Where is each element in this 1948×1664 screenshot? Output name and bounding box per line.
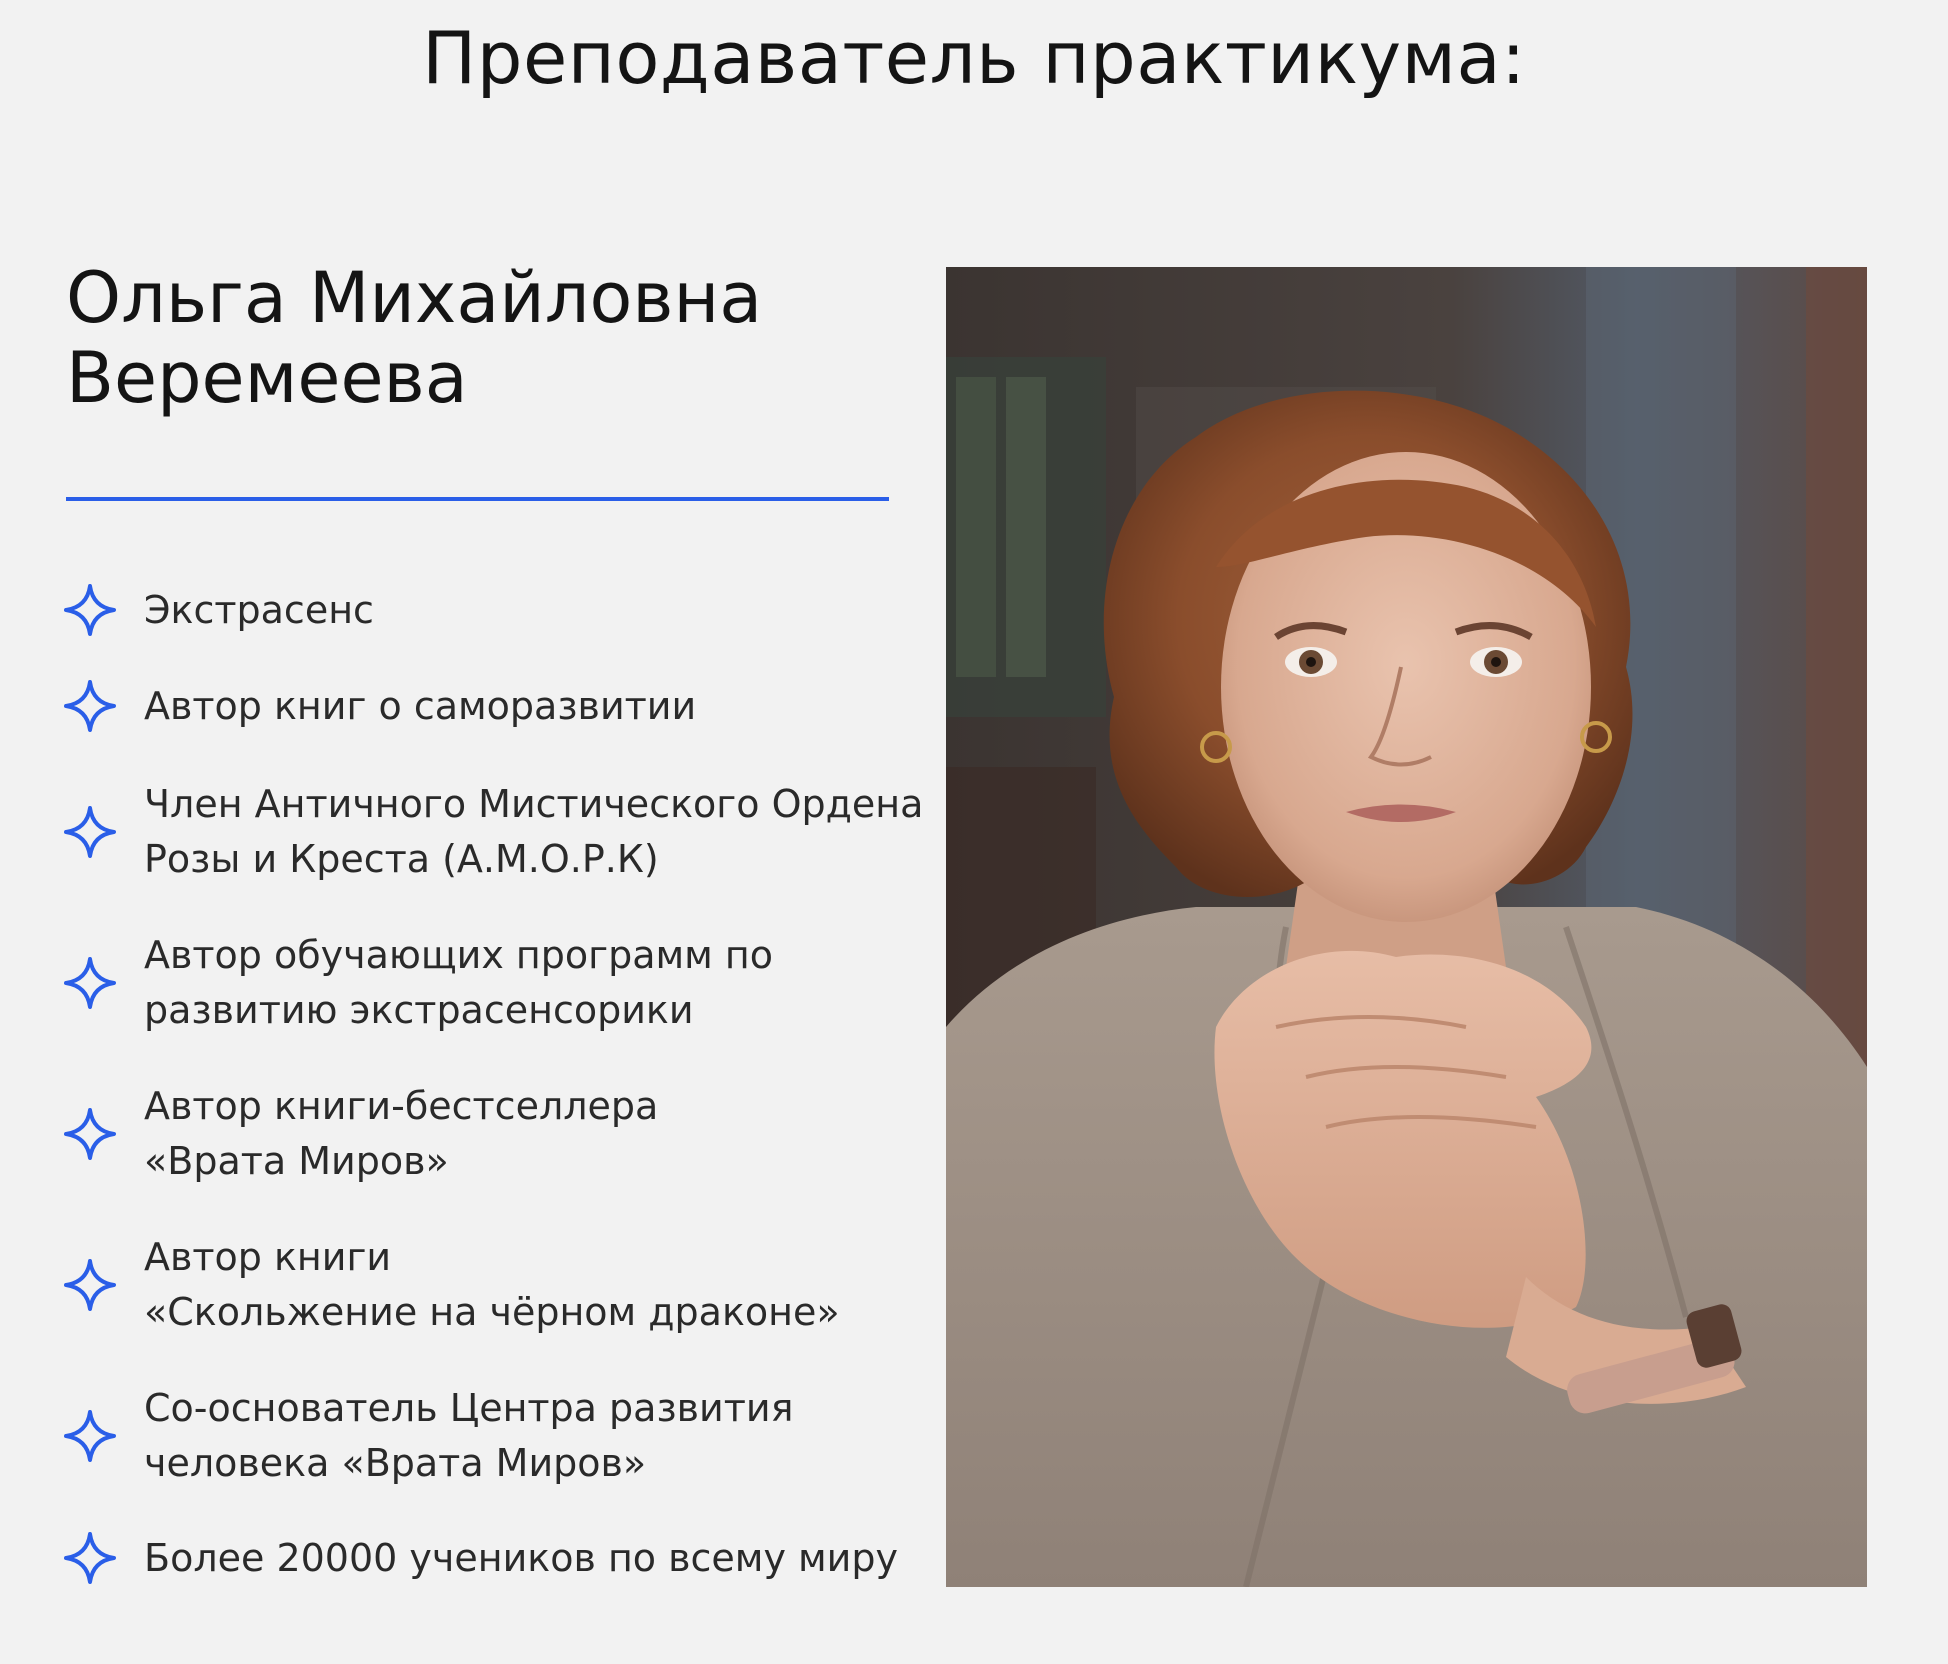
credential-item: Автор книг о саморазвитии [62, 678, 922, 734]
credential-line: Автор книги [144, 1235, 392, 1279]
credential-item: Автор книги-бестселлера «Врата Миров» [62, 1079, 922, 1189]
sparkle-star-icon [62, 582, 118, 638]
teacher-name-last-line: Веремеева [66, 337, 468, 419]
credential-line: развитию экстрасенсорики [144, 988, 694, 1032]
page-title: Преподаватель практикума: [422, 16, 1526, 100]
credential-item: Автор книги «Скольжение на чёрном дракон… [62, 1230, 922, 1340]
credential-line: Розы и Креста (А.М.О.Р.К) [144, 837, 659, 881]
portrait-photo-icon [946, 267, 1867, 1587]
teacher-name-first-line: Ольга Михайловна [66, 257, 763, 339]
credential-item: Более 20000 учеников по всему миру [62, 1530, 922, 1586]
credential-text: Автор книг о саморазвитии [144, 679, 696, 734]
name-divider [66, 497, 889, 501]
credential-line: Экстрасенс [144, 587, 374, 632]
credential-text: Автор книги-бестселлера «Врата Миров» [144, 1079, 658, 1189]
credential-text: Член Античного Мистического Ордена Розы … [144, 777, 923, 887]
teacher-portrait-photo [946, 267, 1867, 1587]
credential-line: Член Античного Мистического Ордена [144, 782, 924, 826]
sparkle-star-icon [62, 678, 118, 734]
credential-text: Экстрасенс [144, 583, 374, 638]
credential-item: Автор обучающих программ по развитию экс… [62, 928, 922, 1038]
credential-line: человека «Врата Миров» [144, 1441, 647, 1485]
sparkle-star-icon [62, 804, 118, 860]
credential-text: Автор книги «Скольжение на чёрном дракон… [144, 1230, 840, 1340]
credential-item: Экстрасенс [62, 582, 922, 638]
credential-line: Автор обучающих программ по [144, 933, 774, 977]
credential-text: Автор обучающих программ по развитию экс… [144, 928, 773, 1038]
sparkle-star-icon [62, 1257, 118, 1313]
sparkle-star-icon [62, 1408, 118, 1464]
credential-line: Автор книги-бестселлера [144, 1084, 659, 1128]
credential-line: «Скольжение на чёрном драконе» [144, 1290, 840, 1334]
teacher-name: Ольга Михайловна Веремеева [66, 258, 886, 418]
credential-item: Член Античного Мистического Ордена Розы … [62, 777, 923, 887]
credential-line: Со-основатель Центра развития [144, 1386, 794, 1430]
sparkle-star-icon [62, 1530, 118, 1586]
credential-text: Со-основатель Центра развития человека «… [144, 1381, 793, 1491]
credential-text: Более 20000 учеников по всему миру [144, 1531, 898, 1586]
credential-line: Более 20000 учеников по всему миру [144, 1535, 898, 1580]
sparkle-star-icon [62, 1106, 118, 1162]
credential-line: Автор книг о саморазвитии [144, 683, 697, 728]
credential-item: Со-основатель Центра развития человека «… [62, 1381, 922, 1491]
credential-line: «Врата Миров» [144, 1139, 449, 1183]
sparkle-star-icon [62, 955, 118, 1011]
